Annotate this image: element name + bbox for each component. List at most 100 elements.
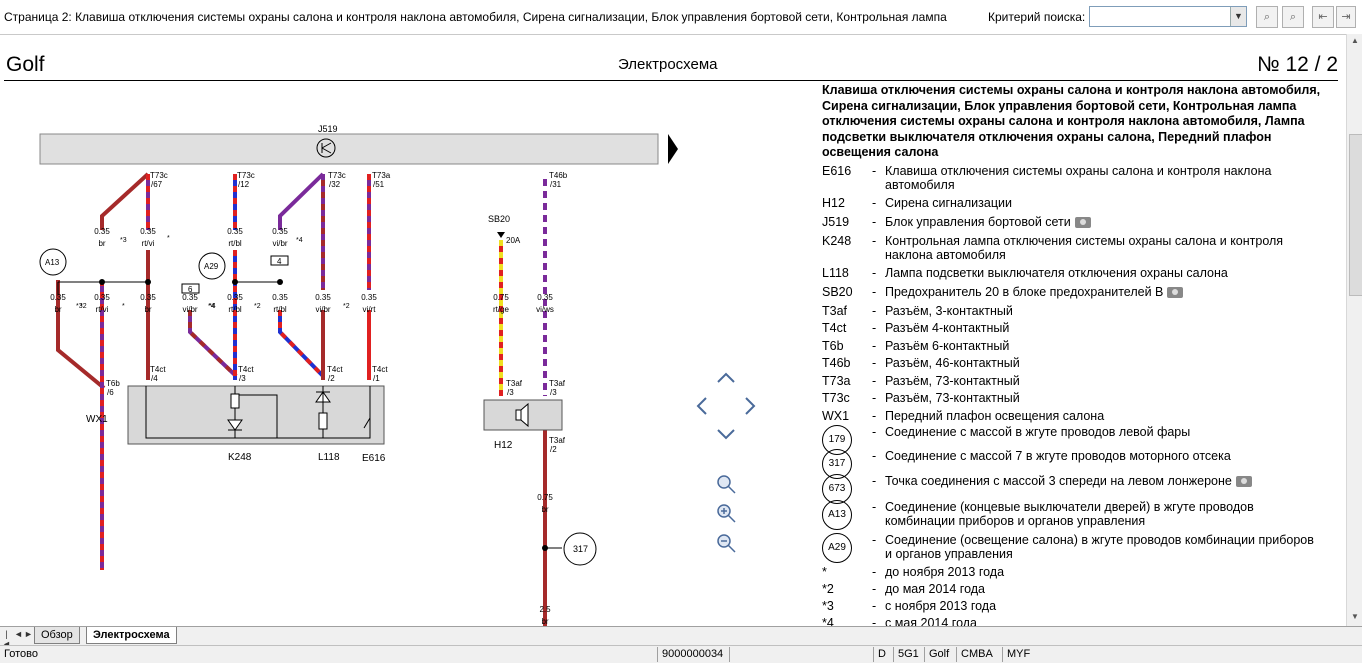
find-prev-icon[interactable]: ⌕	[1256, 6, 1278, 28]
wire-size: 0.35	[50, 293, 66, 302]
svg-text:/31: /31	[550, 180, 562, 189]
svg-text:/32: /32	[329, 180, 341, 189]
note-mark: *	[122, 303, 125, 310]
status-field: MYF	[1002, 647, 1030, 662]
expand-icon[interactable]: ⇥	[1336, 6, 1356, 28]
wire-size: 0.35	[227, 227, 243, 236]
resistor-icon	[318, 412, 328, 430]
collapse-icon[interactable]: ⇤	[1312, 6, 1334, 28]
wire-size: 0.35	[272, 227, 288, 236]
arrow-right-icon	[668, 134, 678, 164]
page-number: № 12 / 2	[1257, 53, 1338, 76]
svg-text:/2: /2	[328, 374, 335, 383]
ground-symbol: A29	[822, 532, 852, 563]
connector-label: T73c	[237, 171, 255, 180]
connector-label: T6b	[106, 379, 120, 388]
vertical-scrollbar[interactable]: ▲ ▼	[1346, 34, 1362, 626]
wire-color: rt/bl	[228, 239, 242, 248]
wire-size: 0.35	[361, 293, 377, 302]
wire-color: vi/br	[315, 305, 330, 314]
status-field: CMBA	[956, 647, 993, 662]
camera-icon[interactable]	[1074, 216, 1091, 228]
prev-tab-icon[interactable]: ◄	[14, 629, 23, 639]
connector-label: T3af	[549, 379, 566, 388]
next-tab-icon[interactable]: ►	[24, 629, 33, 639]
pan-up-icon[interactable]	[717, 372, 735, 383]
scroll-thumb[interactable]	[1349, 134, 1362, 296]
wire-size: 0.35	[537, 293, 553, 302]
tab-overview[interactable]: Обзор	[34, 627, 80, 644]
wire-color: vi/rt	[363, 305, 377, 314]
ground-point-label: 317	[573, 544, 588, 554]
splice-label: A13	[45, 258, 60, 267]
chevron-down-icon[interactable]: ▼	[1230, 7, 1246, 26]
scroll-up-icon[interactable]: ▲	[1349, 36, 1361, 48]
window-title: Страница 2: Клавиша отключения системы о…	[4, 10, 947, 24]
ground-symbol: A13	[822, 499, 852, 530]
wire-color: rt/bl	[228, 305, 242, 314]
wire-size: 0.35	[94, 293, 110, 302]
pan-controls[interactable]	[696, 372, 756, 440]
wire-size: 0.35	[182, 293, 198, 302]
status-field: 5G1	[893, 647, 919, 662]
wire-size: 0.35	[272, 293, 288, 302]
sheet-tabs: |◄ ◄ ► Обзор Электросхема	[0, 626, 1362, 649]
pan-right-icon[interactable]	[745, 397, 756, 415]
svg-text:/12: /12	[238, 180, 250, 189]
camera-icon[interactable]	[1235, 475, 1252, 487]
wire-color: vi/br	[182, 305, 197, 314]
wire-br	[100, 172, 150, 230]
speaker-icon	[515, 409, 522, 421]
camera-icon[interactable]	[1167, 286, 1184, 298]
wire-color: rt/ge	[493, 305, 510, 314]
splice-dot	[99, 279, 105, 285]
variant-box-label: 6	[188, 285, 193, 294]
fuse-arrow-icon	[497, 232, 505, 238]
wire-color: br	[54, 305, 61, 314]
tab-schematic[interactable]: Электросхема	[86, 627, 177, 644]
splice-dot	[277, 279, 283, 285]
wire-size: 0.35	[140, 227, 156, 236]
status-doc-id: 9000000034	[657, 647, 723, 662]
svg-text:/3: /3	[239, 374, 246, 383]
legend-heading: Клавиша отключения системы охраны салона…	[822, 83, 1321, 159]
pan-down-icon[interactable]	[717, 429, 735, 440]
svg-text:/1: /1	[373, 374, 380, 383]
wire-color: rt/vi	[142, 239, 155, 248]
note-mark: *4	[296, 237, 303, 244]
wire-size: 0.75	[493, 293, 509, 302]
zoom-icon[interactable]	[717, 475, 736, 494]
svg-text:/6: /6	[107, 388, 114, 397]
splice-dot	[145, 279, 151, 285]
find-next-icon[interactable]: ⌕	[1282, 6, 1304, 28]
pan-left-icon[interactable]	[696, 397, 707, 415]
component-label: K248	[228, 452, 252, 463]
control-unit-bar	[39, 133, 659, 165]
component-label: L118	[318, 452, 340, 463]
zoom-in-icon[interactable]	[717, 504, 736, 523]
search-combobox[interactable]: ▼	[1089, 6, 1247, 27]
scroll-down-icon[interactable]: ▼	[1349, 612, 1361, 624]
svg-text:/3: /3	[550, 388, 557, 397]
wire-color: br	[541, 617, 548, 626]
connector-label: T3af	[506, 379, 523, 388]
search-label: Критерий поиска:	[988, 10, 1086, 24]
connector-label: T4ct	[238, 365, 254, 374]
svg-text:/67: /67	[151, 180, 163, 189]
component-label: H12	[494, 440, 513, 451]
wire-size: 0.35	[315, 293, 331, 302]
model-name: Golf	[6, 53, 45, 76]
wire-vi-br	[188, 310, 238, 378]
wire-color: br	[98, 239, 105, 248]
wire-color: vi/ws	[536, 305, 554, 314]
note-mark: *2	[343, 303, 350, 310]
wire-rt-bl	[278, 310, 325, 378]
svg-text:/3: /3	[507, 388, 514, 397]
wire-size: 0.35	[140, 293, 156, 302]
status-ready: Готово	[4, 648, 38, 660]
splice-label: A29	[204, 262, 219, 271]
zoom-out-icon[interactable]	[717, 534, 736, 553]
connector-label: T73a	[372, 171, 391, 180]
page-header: Golf Электросхема № 12 / 2	[4, 52, 1338, 81]
wire-color: vi/br	[272, 239, 287, 248]
